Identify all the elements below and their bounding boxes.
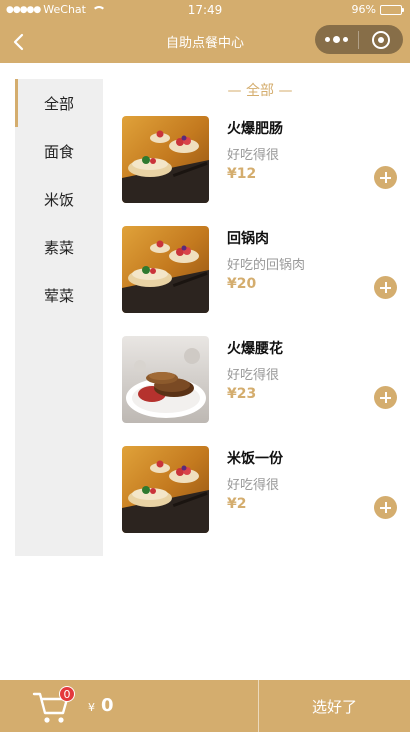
dish-item: 回锅肉 好吃的回锅肉 ¥20	[122, 226, 398, 316]
category-sidebar: 全部 面食 米饭 素菜 荤菜	[15, 79, 103, 556]
status-bar: ●●●●● WeChat 17:49 96%	[0, 2, 410, 20]
dish-image[interactable]	[122, 336, 209, 423]
category-meat[interactable]: 荤菜	[15, 271, 103, 319]
dish-description: 好吃得很	[227, 478, 280, 493]
status-time: 17:49	[187, 3, 223, 17]
dish-description: 好吃的回锅肉	[227, 258, 306, 273]
app-header: ●●●●● WeChat 17:49 96% 自助点餐中心	[0, 0, 410, 63]
dish-price: ¥20	[227, 276, 257, 292]
cart-total: ¥ 0	[88, 695, 114, 716]
dish-item: 米饭一份 好吃得很 ¥2	[122, 446, 398, 536]
dish-name: 回锅肉	[227, 231, 269, 247]
dish-name: 火爆腰花	[227, 341, 283, 357]
dish-price: ¥2	[227, 496, 247, 512]
dish-name: 火爆肥肠	[227, 121, 283, 137]
dish-image[interactable]	[122, 226, 209, 313]
add-to-cart-button[interactable]	[374, 386, 397, 409]
dish-item: 火爆肥肠 好吃得很 ¥12	[122, 116, 398, 206]
plus-icon	[380, 392, 391, 403]
dish-item: 火爆腰花 好吃得很 ¥23	[122, 336, 398, 426]
category-rice[interactable]: 米饭	[15, 175, 103, 223]
miniprogram-capsule	[315, 25, 403, 54]
cart-button[interactable]: 0 ¥ 0	[0, 680, 258, 732]
add-to-cart-button[interactable]	[374, 496, 397, 519]
add-to-cart-button[interactable]	[374, 166, 397, 189]
currency-symbol: ¥	[88, 701, 95, 714]
cart-count-badge: 0	[59, 686, 75, 702]
dish-price: ¥12	[227, 166, 257, 182]
more-dots-icon	[325, 36, 348, 43]
dish-name: 米饭一份	[227, 451, 283, 467]
add-to-cart-button[interactable]	[374, 276, 397, 299]
category-noodles[interactable]: 面食	[15, 127, 103, 175]
nav-bar: 自助点餐中心	[0, 20, 410, 63]
battery-percent: 96%	[351, 3, 376, 16]
dish-image[interactable]	[122, 446, 209, 533]
total-amount: 0	[101, 695, 114, 716]
category-all[interactable]: 全部	[15, 79, 103, 127]
battery-status: 96%	[351, 3, 404, 16]
plus-icon	[380, 502, 391, 513]
dish-description: 好吃得很	[227, 148, 280, 163]
cart-bar: 0 ¥ 0 选好了	[0, 680, 410, 732]
close-miniprogram-button[interactable]	[359, 25, 403, 54]
dish-price: ¥23	[227, 386, 257, 402]
plus-icon	[380, 282, 391, 293]
more-button[interactable]	[315, 25, 358, 54]
order-screen: ●●●●● WeChat 17:49 96% 自助点餐中心 全部 面食 米饭 素…	[0, 0, 410, 732]
dish-description: 好吃得很	[227, 368, 280, 383]
target-icon	[372, 30, 390, 49]
dish-image[interactable]	[122, 116, 209, 203]
category-vegetable[interactable]: 素菜	[15, 223, 103, 271]
section-title: — 全部 —	[227, 83, 293, 99]
plus-icon	[380, 172, 391, 183]
checkout-button[interactable]: 选好了	[259, 680, 410, 732]
battery-icon	[380, 4, 404, 15]
